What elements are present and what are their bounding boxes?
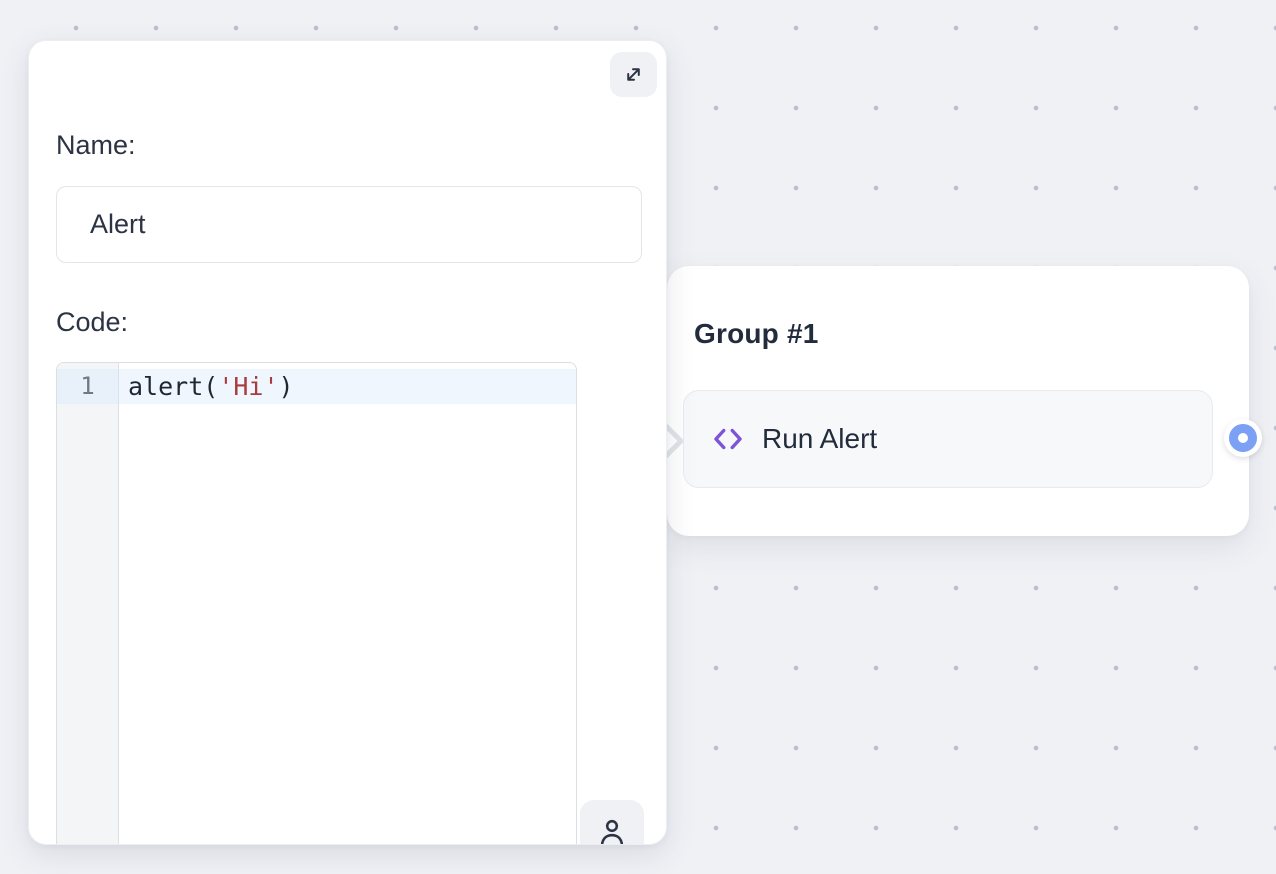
- connection-handle[interactable]: [1229, 424, 1257, 452]
- group-title: Group #1: [694, 318, 819, 350]
- name-input[interactable]: [56, 186, 642, 263]
- code-token-string: 'Hi': [218, 372, 278, 401]
- group-node[interactable]: Group #1 Run Alert: [667, 266, 1249, 536]
- user-icon: [596, 816, 628, 845]
- editor-gutter: 1: [57, 363, 119, 845]
- flow-canvas[interactable]: Group #1 Run Alert Name: Code:: [0, 0, 1276, 874]
- code-label: Code:: [56, 307, 128, 338]
- code-line: alert('Hi'): [119, 369, 576, 404]
- node-editor-panel: Name: Code: 1 alert('Hi'): [28, 40, 667, 845]
- code-token-paren: ): [279, 372, 294, 401]
- code-editor[interactable]: 1 alert('Hi'): [56, 362, 577, 845]
- name-label: Name:: [56, 130, 136, 161]
- expand-button[interactable]: [610, 52, 657, 97]
- line-number: 1: [57, 369, 118, 404]
- run-alert-item[interactable]: Run Alert: [683, 390, 1213, 488]
- code-icon: [711, 422, 745, 456]
- code-content[interactable]: alert('Hi'): [119, 363, 576, 845]
- expand-icon: [622, 63, 645, 86]
- run-alert-label: Run Alert: [762, 423, 877, 455]
- user-button[interactable]: [580, 800, 644, 845]
- code-token-function: alert(: [128, 372, 218, 401]
